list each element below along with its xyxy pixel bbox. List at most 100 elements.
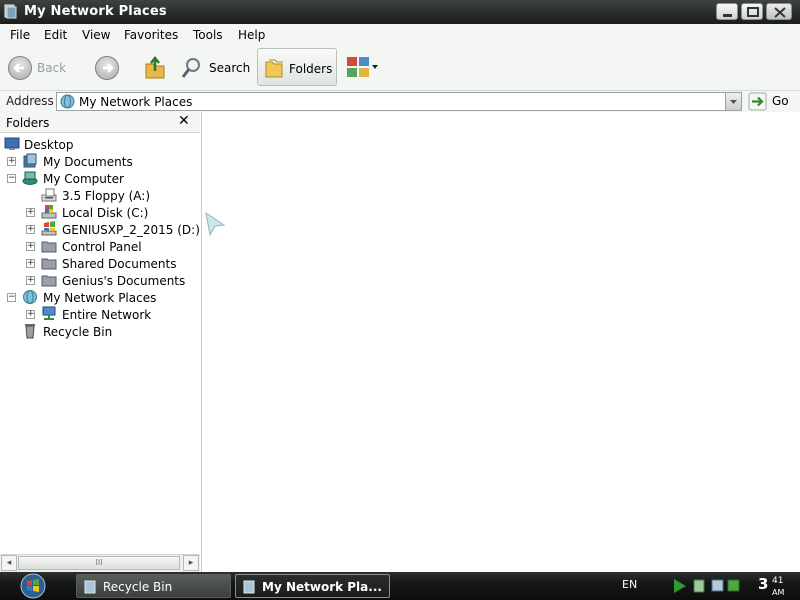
- mouse-cursor-icon: [205, 211, 226, 237]
- menu-help[interactable]: Help: [238, 28, 265, 42]
- recycle-bin-icon: [25, 324, 35, 339]
- tree-item-shared-documents[interactable]: + Shared Documents: [0, 255, 200, 272]
- expand-toggle[interactable]: +: [26, 208, 35, 217]
- language-indicator[interactable]: EN: [622, 578, 637, 591]
- network-places-icon: [243, 580, 255, 594]
- recycle-bin-icon: [84, 580, 96, 594]
- tree-item-label: 3.5 Floppy (A:): [62, 189, 151, 203]
- minimize-icon: [723, 14, 732, 17]
- security-tray-icon: [727, 579, 740, 592]
- back-label[interactable]: Back: [37, 61, 66, 75]
- close-icon: [774, 7, 786, 18]
- maximize-icon: [747, 7, 759, 17]
- scroll-thumb[interactable]: III: [18, 556, 180, 570]
- collapse-toggle[interactable]: −: [7, 174, 16, 183]
- forward-arrow-icon: [103, 63, 114, 73]
- forward-button[interactable]: [95, 56, 119, 80]
- tree-item-label: Entire Network: [62, 308, 152, 322]
- tree-item-label: Recycle Bin: [43, 325, 113, 339]
- menu-favorites[interactable]: Favorites: [124, 28, 178, 42]
- taskbar-button-network-places[interactable]: My Network Pla...: [235, 574, 390, 598]
- search-button[interactable]: Search: [209, 61, 250, 75]
- tree-item-floppy[interactable]: 3.5 Floppy (A:): [0, 187, 200, 204]
- tree-item-my-network-places[interactable]: − My Network Places: [0, 289, 200, 306]
- tree-item-my-documents[interactable]: + My Documents: [0, 153, 200, 170]
- tree-item-label: Local Disk (C:): [62, 206, 149, 220]
- media-play-icon: [674, 579, 686, 593]
- task-label: My Network Pla...: [262, 580, 382, 594]
- tree-item-label: My Network Places: [43, 291, 157, 305]
- desktop-icon: [4, 137, 20, 150]
- local-disk-icon: [41, 205, 57, 219]
- folder-contents-view[interactable]: [202, 112, 800, 572]
- address-dropdown-button[interactable]: [725, 93, 741, 110]
- address-field[interactable]: My Network Places: [56, 92, 742, 111]
- folders-pane-title: Folders: [6, 116, 50, 130]
- go-button[interactable]: Go: [772, 94, 789, 108]
- cd-drive-icon: [41, 221, 57, 236]
- clock-ampm: AM: [772, 588, 785, 597]
- tree-item-my-computer[interactable]: − My Computer: [0, 170, 200, 187]
- start-button[interactable]: [14, 573, 52, 599]
- taskbar-button-recycle-bin[interactable]: Recycle Bin: [76, 574, 231, 598]
- tree-item-label: My Documents: [43, 155, 133, 169]
- menu-edit[interactable]: Edit: [44, 28, 67, 42]
- minimize-button[interactable]: [716, 3, 738, 20]
- window-app-icon: [4, 4, 17, 19]
- folders-pane-header: Folders ✕: [0, 112, 200, 133]
- tree-item-entire-network[interactable]: + Entire Network: [0, 306, 200, 323]
- collapse-toggle[interactable]: −: [7, 293, 16, 302]
- clock[interactable]: 3 41 AM: [758, 575, 784, 597]
- expand-toggle[interactable]: +: [26, 242, 35, 251]
- my-documents-icon: [23, 153, 37, 168]
- tree-item-local-disk[interactable]: + Local Disk (C:): [0, 204, 200, 221]
- menu-view[interactable]: View: [82, 28, 110, 42]
- tree-item-label: Desktop: [24, 138, 74, 152]
- folders-button[interactable]: Folders: [257, 48, 337, 86]
- display-tray-icon: [711, 579, 724, 592]
- maximize-button[interactable]: [741, 3, 763, 20]
- tree-item-cd-drive[interactable]: + GENIUSXP_2_2015 (D:): [0, 221, 200, 238]
- tree-item-genius-documents[interactable]: + Genius's Documents: [0, 272, 200, 289]
- up-folder-button[interactable]: [143, 55, 167, 81]
- expand-toggle[interactable]: +: [26, 310, 35, 319]
- menu-tools[interactable]: Tools: [193, 28, 223, 42]
- expand-toggle[interactable]: +: [26, 276, 35, 285]
- back-button[interactable]: [8, 56, 32, 80]
- window-title: My Network Places: [24, 4, 167, 19]
- menu-bar: File Edit View Favorites Tools Help: [0, 24, 800, 67]
- expand-toggle[interactable]: +: [7, 157, 16, 166]
- taskbar: Recycle Bin My Network Pla... EN 3 41 AM: [0, 572, 800, 600]
- scroll-left-button[interactable]: ◂: [1, 555, 17, 571]
- system-tray-icons[interactable]: [672, 577, 742, 595]
- address-value: My Network Places: [79, 95, 193, 109]
- views-button[interactable]: [346, 56, 380, 78]
- expand-toggle[interactable]: +: [26, 259, 35, 268]
- expand-toggle[interactable]: +: [26, 225, 35, 234]
- network-tray-icon: [693, 579, 705, 593]
- folders-horizontal-scrollbar[interactable]: ◂ III ▸: [0, 554, 200, 572]
- scroll-right-button[interactable]: ▸: [183, 555, 199, 571]
- menu-file[interactable]: File: [10, 28, 30, 42]
- back-arrow-icon: [13, 63, 24, 73]
- close-button[interactable]: [766, 3, 792, 20]
- entire-network-icon: [42, 306, 56, 320]
- tree-item-desktop[interactable]: Desktop: [0, 136, 200, 153]
- chevron-down-icon: [730, 100, 737, 104]
- tree-item-recycle-bin[interactable]: Recycle Bin: [0, 323, 200, 340]
- tree-item-label: Control Panel: [62, 240, 142, 254]
- my-computer-icon: [22, 171, 38, 185]
- control-panel-icon: [41, 241, 57, 253]
- search-icon[interactable]: [181, 56, 203, 80]
- clock-minutes: 41: [772, 576, 784, 586]
- explorer-window: My Network Places File Edit View Favorit…: [0, 0, 800, 572]
- folders-icon: [265, 59, 283, 78]
- tree-item-control-panel[interactable]: + Control Panel: [0, 238, 200, 255]
- title-bar[interactable]: My Network Places: [0, 0, 800, 24]
- go-arrow-icon[interactable]: [748, 92, 768, 111]
- tree-item-label: GENIUSXP_2_2015 (D:): [62, 223, 200, 237]
- tree-item-label: My Computer: [43, 172, 124, 186]
- shared-folder-icon: [41, 258, 57, 270]
- address-label: Address: [6, 94, 54, 108]
- close-pane-icon[interactable]: ✕: [178, 113, 190, 129]
